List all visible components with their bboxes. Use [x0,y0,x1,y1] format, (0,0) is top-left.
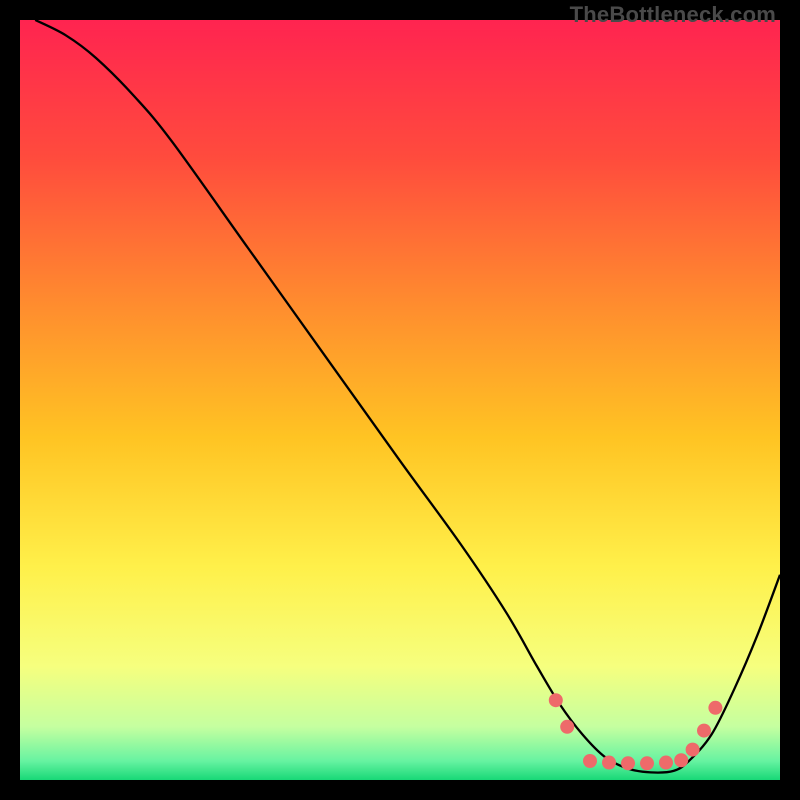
marker-dot [686,743,700,757]
marker-dot [659,756,673,770]
gradient-rect [20,20,780,780]
watermark-text: TheBottleneck.com [570,2,776,28]
marker-dot [621,756,635,770]
marker-dot [674,753,688,767]
chart-svg [20,20,780,780]
marker-dot [708,701,722,715]
marker-dot [560,720,574,734]
marker-dot [602,756,616,770]
chart-frame [20,20,780,780]
marker-dot [583,754,597,768]
marker-dot [697,724,711,738]
marker-dot [549,693,563,707]
marker-dot [640,756,654,770]
